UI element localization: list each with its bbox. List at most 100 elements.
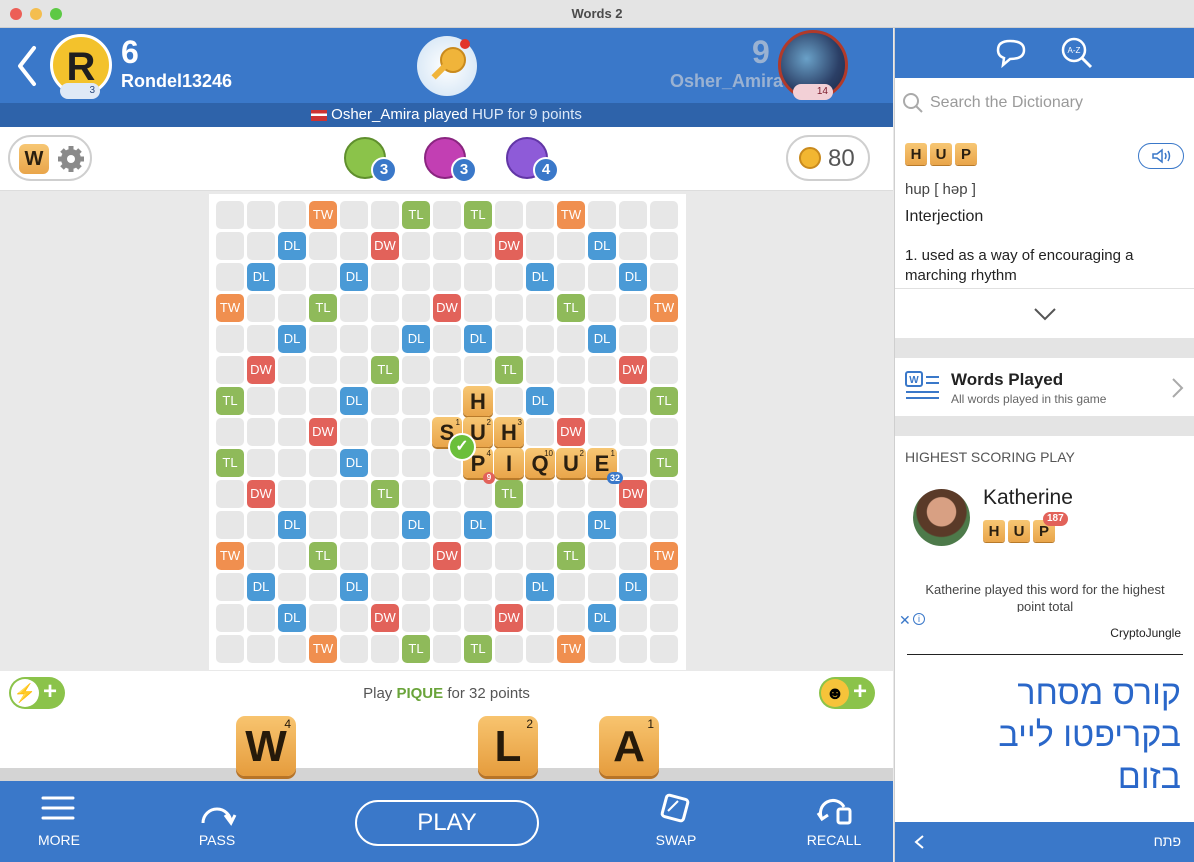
coins-pill[interactable]: 80 xyxy=(786,135,870,181)
board-square[interactable] xyxy=(557,387,585,415)
board-square-tw[interactable]: TW xyxy=(650,294,678,322)
board-square[interactable] xyxy=(526,232,554,260)
board-square-tl[interactable]: TL xyxy=(371,356,399,384)
board-square[interactable] xyxy=(371,201,399,229)
board-square[interactable] xyxy=(402,418,430,446)
board-square-tl[interactable]: TL xyxy=(495,480,523,508)
board-square[interactable] xyxy=(278,449,306,477)
board-square[interactable] xyxy=(433,604,461,632)
board-square-dl[interactable]: DL xyxy=(588,511,616,539)
board-square-dw[interactable]: DW xyxy=(371,604,399,632)
board-square-dw[interactable]: DW xyxy=(557,418,585,446)
board-tile[interactable]: Q 10 xyxy=(525,448,555,478)
board-square[interactable] xyxy=(247,511,275,539)
board-square[interactable] xyxy=(247,418,275,446)
board-square-tw[interactable]: TW xyxy=(557,635,585,663)
board-square[interactable] xyxy=(526,542,554,570)
board-square[interactable] xyxy=(247,294,275,322)
board-square-dl[interactable]: DL xyxy=(340,387,368,415)
board-square[interactable] xyxy=(557,263,585,291)
ad-close-icon[interactable]: ✕ xyxy=(899,612,911,629)
board-square[interactable] xyxy=(216,480,244,508)
board-square-tw[interactable]: TW xyxy=(309,635,337,663)
board-square[interactable] xyxy=(402,232,430,260)
board-square[interactable] xyxy=(650,604,678,632)
board-square-tw[interactable]: TW xyxy=(309,201,337,229)
board-square[interactable] xyxy=(340,325,368,353)
board-square-dw[interactable]: DW xyxy=(309,418,337,446)
board-square[interactable] xyxy=(495,294,523,322)
board-square[interactable] xyxy=(433,573,461,601)
board-square[interactable] xyxy=(619,635,647,663)
board-square[interactable] xyxy=(650,573,678,601)
board-square-tl[interactable]: TL xyxy=(216,387,244,415)
board-square[interactable] xyxy=(371,387,399,415)
board-square[interactable] xyxy=(464,356,492,384)
board-square[interactable] xyxy=(402,573,430,601)
board-square[interactable] xyxy=(526,511,554,539)
board-square[interactable] xyxy=(650,635,678,663)
board-square-dw[interactable]: DW xyxy=(247,480,275,508)
more-button[interactable]: MORE xyxy=(9,781,109,862)
ad-action-bar[interactable]: פתח xyxy=(895,822,1194,862)
board-square[interactable] xyxy=(619,201,647,229)
board-square-tl[interactable]: TL xyxy=(650,449,678,477)
board-square[interactable] xyxy=(495,263,523,291)
board-square-dl[interactable]: DL xyxy=(278,232,306,260)
board-square[interactable] xyxy=(464,263,492,291)
board-square[interactable] xyxy=(557,325,585,353)
board-square-tw[interactable]: TW xyxy=(557,201,585,229)
board-square[interactable] xyxy=(216,511,244,539)
board-square-dl[interactable]: DL xyxy=(464,511,492,539)
board-square[interactable] xyxy=(340,294,368,322)
board-square[interactable] xyxy=(309,263,337,291)
board-square[interactable] xyxy=(495,542,523,570)
board-square[interactable] xyxy=(588,542,616,570)
board-square[interactable] xyxy=(495,325,523,353)
board-square[interactable] xyxy=(588,294,616,322)
powerup-hint-button[interactable]: 4 xyxy=(506,137,562,183)
board-square[interactable] xyxy=(495,201,523,229)
board-square[interactable] xyxy=(216,635,244,663)
board-square[interactable] xyxy=(588,635,616,663)
board-square[interactable] xyxy=(340,604,368,632)
board-square[interactable] xyxy=(309,604,337,632)
board-square[interactable] xyxy=(557,356,585,384)
rack-tile[interactable]: L2 xyxy=(478,716,538,776)
board-square-tl[interactable]: TL xyxy=(495,356,523,384)
board-square[interactable] xyxy=(309,232,337,260)
board-square[interactable] xyxy=(464,573,492,601)
board-square[interactable] xyxy=(650,263,678,291)
board-square[interactable] xyxy=(402,604,430,632)
board-square[interactable] xyxy=(278,263,306,291)
board-square[interactable] xyxy=(340,201,368,229)
board-square[interactable] xyxy=(433,325,461,353)
chat-icon[interactable] xyxy=(994,38,1028,68)
board-square[interactable] xyxy=(650,232,678,260)
board-square-dl[interactable]: DL xyxy=(247,263,275,291)
board-square[interactable] xyxy=(278,418,306,446)
board-tile[interactable]: H3 xyxy=(494,417,524,447)
pass-button[interactable]: PASS xyxy=(167,781,267,862)
board-square[interactable] xyxy=(371,325,399,353)
board-square-dl[interactable]: DL xyxy=(340,573,368,601)
board-square-dl[interactable]: DL xyxy=(340,449,368,477)
board-square[interactable] xyxy=(526,635,554,663)
board-square[interactable] xyxy=(278,542,306,570)
expand-definition-button[interactable] xyxy=(895,288,1194,338)
board-square[interactable] xyxy=(278,573,306,601)
board-square[interactable] xyxy=(588,387,616,415)
board-square-tl[interactable]: TL xyxy=(557,294,585,322)
board-square-dw[interactable]: DW xyxy=(495,232,523,260)
board-square[interactable] xyxy=(433,232,461,260)
swap-button[interactable]: SWAP xyxy=(626,781,726,862)
ad-info-icon[interactable]: i xyxy=(913,613,925,625)
board-square-dl[interactable]: DL xyxy=(588,604,616,632)
board-square[interactable] xyxy=(495,511,523,539)
board-square[interactable] xyxy=(526,356,554,384)
board-square[interactable] xyxy=(247,635,275,663)
board-square-dl[interactable]: DL xyxy=(340,263,368,291)
board-square[interactable] xyxy=(402,356,430,384)
board-square[interactable] xyxy=(216,201,244,229)
emoji-button[interactable]: ☻ + xyxy=(819,677,875,709)
